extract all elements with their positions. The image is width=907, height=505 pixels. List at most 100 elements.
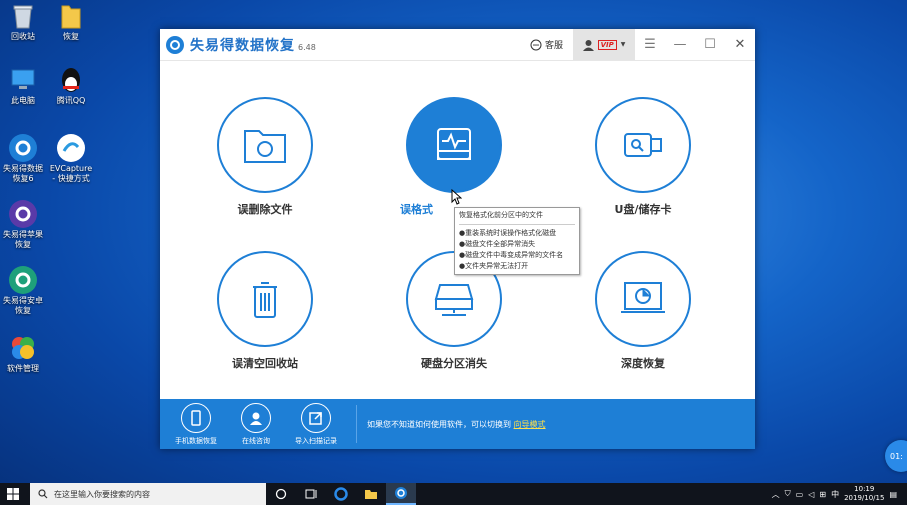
trash-bin-icon [253, 282, 277, 318]
feature-deep-recovery[interactable]: 深度恢复 [573, 251, 713, 371]
desktop-icon-computer[interactable]: 此电脑 [0, 66, 46, 106]
taskbar-search[interactable]: 在这里输入你要搜索的内容 [30, 483, 266, 505]
title-bar[interactable]: 失易得数据恢复 6.48 客服 VIP ▼ ☰ — ☐ ✕ [160, 29, 755, 61]
feature-deleted-files[interactable]: 误删除文件 [195, 97, 335, 217]
task-view-button[interactable] [296, 483, 326, 505]
input-method-icon[interactable]: ⊞ [819, 490, 826, 499]
desktop-icon-folder[interactable]: 恢复 [48, 2, 94, 42]
minimize-icon: — [673, 37, 687, 52]
mouse-cursor-icon [451, 189, 462, 205]
desktop-icon-recycle-bin[interactable]: 回收站 [0, 2, 46, 42]
import-scan-button[interactable]: 导入扫描记录 [286, 402, 346, 446]
feature-recycle-bin[interactable]: 误清空回收站 [195, 251, 335, 371]
drive-format-icon [437, 128, 471, 160]
input-indicator[interactable]: 中 [831, 489, 839, 500]
import-scan-label: 导入扫描记录 [295, 436, 337, 445]
clock-date: 2019/10/15 [844, 494, 885, 502]
divider [356, 405, 357, 443]
floating-timer-button[interactable]: 01: [885, 440, 907, 472]
wizard-hint: 如果您不知道如何使用软件，可以切换到 向导模式 [367, 419, 546, 430]
chevron-down-icon: ▼ [620, 41, 626, 48]
network-icon[interactable]: ▭ [796, 490, 804, 499]
notification-icon[interactable]: ▤ [889, 490, 897, 499]
online-consult-button[interactable]: 在线咨询 [226, 402, 286, 446]
desktop-icon-label: 失易得数据恢复6 [3, 164, 43, 183]
feature-label: 深度恢复 [621, 357, 665, 370]
taskbar: 在这里输入你要搜索的内容 ︿ ⛉ ▭ ◁ ⊞ 中 10:19 2019/10/1… [0, 483, 907, 505]
feature-label: 硬盘分区消失 [421, 357, 487, 370]
edge-button[interactable] [326, 483, 356, 505]
feature-circle[interactable] [406, 97, 502, 193]
feature-label: 误清空回收站 [232, 357, 298, 370]
feature-usb[interactable]: U盘/储存卡 [573, 97, 713, 217]
close-button[interactable]: ✕ [725, 37, 755, 52]
online-consult-label: 在线咨询 [242, 436, 270, 445]
app-title: 失易得数据恢复 [190, 37, 295, 54]
volume-icon[interactable]: ◁ [808, 490, 814, 499]
maximize-button[interactable]: ☐ [695, 37, 725, 52]
vip-button[interactable]: VIP ▼ [573, 29, 635, 60]
edge-icon [334, 487, 348, 501]
tooltip-item: ●文件夹异常无法打开 [459, 262, 529, 270]
desktop-icon-label: 此电脑 [11, 96, 35, 105]
desktop-icon-apple-recovery[interactable]: 失易得苹果恢复 [0, 200, 46, 250]
explorer-button[interactable] [356, 483, 386, 505]
user-icon [582, 39, 594, 51]
circle-icon [275, 488, 287, 500]
computer-icon [9, 66, 37, 94]
hint-text: 如果您不知道如何使用软件，可以切换到 [367, 419, 511, 429]
desktop-icon-evcapture[interactable]: EVCapture - 快捷方式 [48, 134, 94, 184]
feature-label: U盘/储存卡 [614, 203, 672, 216]
maximize-icon: ☐ [704, 37, 716, 52]
desktop-icon-label: 回收站 [11, 32, 35, 41]
chevron-up-icon[interactable]: ︿ [772, 489, 780, 500]
windows-icon [7, 488, 19, 500]
clock[interactable]: 10:19 2019/10/15 [844, 485, 884, 503]
desktop-icon-android-recovery[interactable]: 失易得安卓恢复 [0, 266, 46, 316]
feature-circle[interactable] [595, 97, 691, 193]
desktop-icon-label: 恢复 [63, 32, 79, 41]
desktop-icon-label: 软件管理 [7, 364, 39, 373]
desktop-icon-qq[interactable]: 腾讯QQ [48, 66, 94, 106]
tooltip-item: ●重装系统时误操作格式化磁盘 [459, 229, 557, 237]
app-window: 失易得数据恢复 6.48 客服 VIP ▼ ☰ — ☐ ✕ 误删除文件 误格式 … [160, 29, 755, 449]
search-placeholder: 在这里输入你要搜索的内容 [54, 489, 150, 499]
system-tray: ︿ ⛉ ▭ ◁ ⊞ 中 10:19 2019/10/15 ▤ [772, 485, 907, 503]
wizard-mode-link[interactable]: 向导模式 [514, 420, 546, 429]
feature-circle[interactable] [595, 251, 691, 347]
menu-icon: ☰ [644, 37, 656, 52]
android-recovery-icon [9, 266, 37, 294]
folder-icon [365, 490, 377, 499]
desktop-icon-label: 腾讯QQ [56, 96, 86, 105]
person-icon [241, 402, 271, 433]
customer-service-label: 客服 [544, 41, 563, 51]
phone-recovery-label: 手机数据恢复 [175, 436, 217, 445]
shield-icon[interactable]: ⛉ [785, 489, 791, 499]
folder-icon [57, 2, 85, 30]
floating-timer-label: 01: [890, 451, 903, 461]
feature-label: 误删除文件 [237, 203, 293, 216]
clock-time: 10:19 [854, 485, 875, 493]
minimize-button[interactable]: — [665, 37, 695, 52]
feature-circle[interactable] [217, 97, 313, 193]
software-manager-icon [9, 334, 37, 362]
apple-recovery-icon [9, 200, 37, 228]
recovery-app-icon [395, 487, 407, 499]
format-tooltip: 恢复格式化前分区中的文件 ●重装系统时误操作格式化磁盘 ●磁盘文件全部异常消失 … [454, 207, 580, 275]
feature-grid: 误删除文件 误格式 U盘/储存卡 误清空回收站 硬盘分区消失 深度恢复 恢复格式… [160, 61, 755, 399]
desktop-icon-label: 失易得安卓恢复 [3, 296, 43, 315]
customer-service-button[interactable]: 客服 [530, 38, 563, 51]
desktop-icon-label: 失易得苹果恢复 [3, 230, 43, 249]
tooltip-item: ●磁盘文件中毒变成异常的文件名 [459, 251, 564, 259]
app-version: 6.48 [298, 43, 316, 52]
recovery-app-taskbar-button[interactable] [386, 483, 416, 505]
start-button[interactable] [0, 483, 26, 505]
desktop-icon-software-manager[interactable]: 软件管理 [0, 334, 46, 374]
feature-circle[interactable] [217, 251, 313, 347]
menu-button[interactable]: ☰ [635, 37, 665, 52]
phone-recovery-button[interactable]: 手机数据恢复 [166, 402, 226, 446]
import-icon [301, 402, 331, 433]
desktop-icon-recovery[interactable]: 失易得数据恢复6 [0, 134, 46, 184]
folder-recover-icon [244, 130, 286, 163]
cortana-button[interactable] [266, 483, 296, 505]
